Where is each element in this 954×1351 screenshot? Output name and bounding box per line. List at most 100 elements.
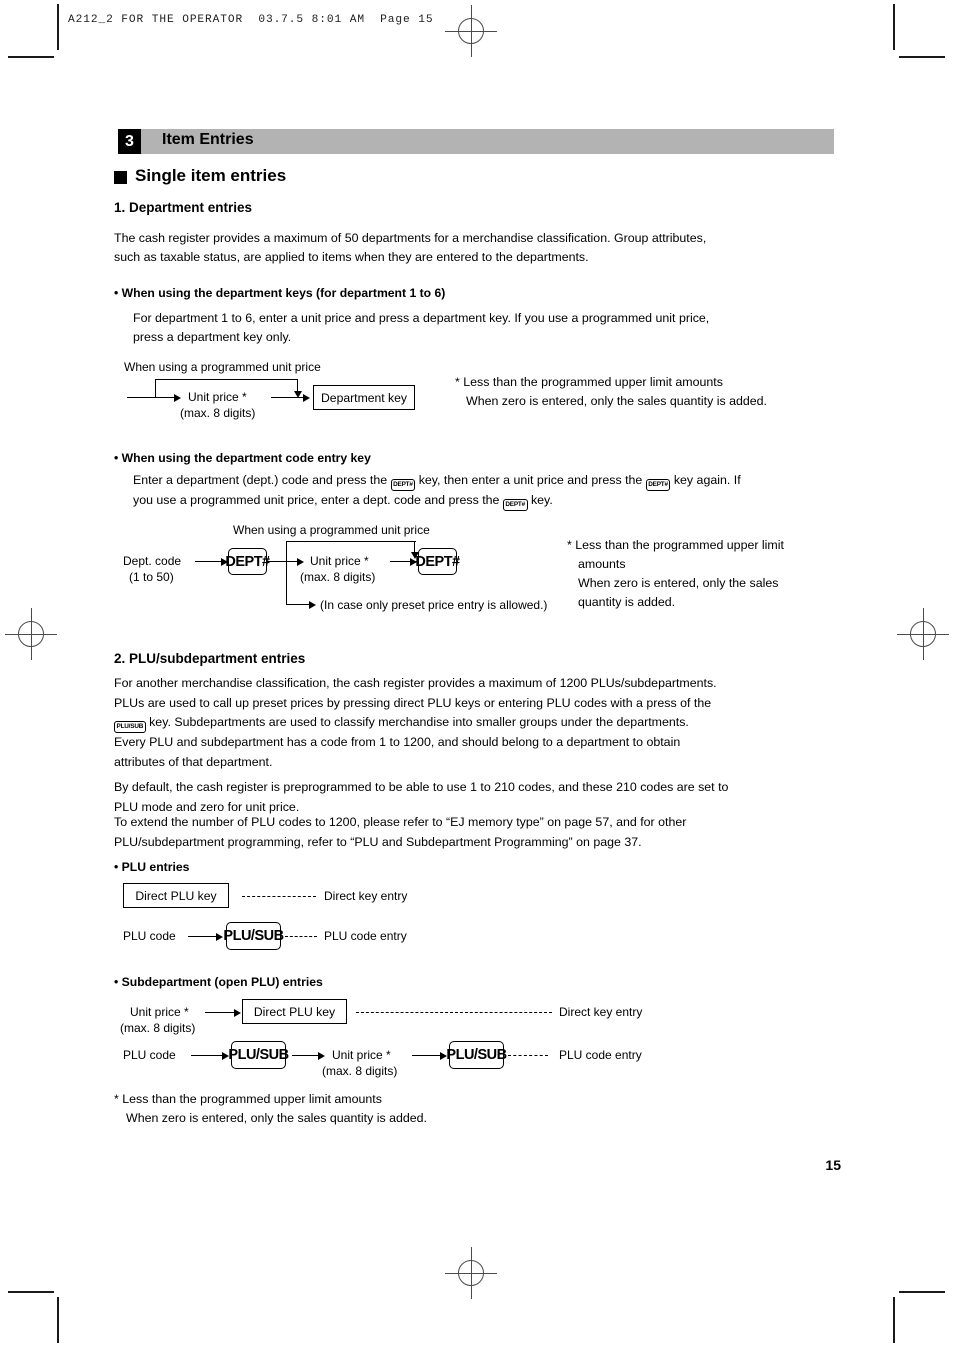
plu-para2-line-1: By default, the cash register is preprog… bbox=[114, 780, 729, 794]
subdept-unit-price-2-label: Unit price * bbox=[332, 1048, 391, 1062]
plu-code-to-key-arrowhead bbox=[216, 932, 223, 941]
dept-hash-key-icon-3: DEPT# bbox=[502, 499, 528, 511]
diagram1-input-line bbox=[127, 397, 175, 399]
dept-code-entry-heading: • When using the department code entry k… bbox=[114, 451, 371, 465]
subdept-unit-price-2-sublabel: (max. 8 digits) bbox=[322, 1064, 398, 1078]
subdept-code-to-key-line bbox=[191, 1055, 226, 1057]
department-intro-line-2: such as taxable status, are applied to i… bbox=[114, 250, 589, 264]
dept-hash-key-icon-2: DEPT# bbox=[645, 479, 671, 491]
plu-para1-line-3: PLU/SUB key. Subdepartments are used to … bbox=[114, 712, 689, 733]
diagram2-key-exit-line bbox=[267, 561, 287, 563]
diagram1-department-key-box: Department key bbox=[313, 385, 415, 410]
note-upper-limit-2-line-1: * Less than the programmed upper limit bbox=[567, 538, 784, 552]
plu-para1-line-1: For another merchandise classification, … bbox=[114, 676, 717, 690]
dept-keys-body-line-1: For department 1 to 6, enter a unit pric… bbox=[133, 311, 710, 325]
dept-code-entry-body-line-1: Enter a department (dept.) code and pres… bbox=[133, 470, 741, 491]
plu-code-entry-label: PLU code entry bbox=[324, 929, 407, 943]
diagram2-to-unit-price-arrowhead bbox=[297, 557, 304, 566]
plu-entries-bullet-heading: • PLU entries bbox=[114, 860, 190, 874]
subdepartment-bullet-heading: • Subdepartment (open PLU) entries bbox=[114, 975, 323, 989]
crop-mark-bottom-left-vertical bbox=[57, 1297, 59, 1343]
note-upper-limit-1-line-2: When zero is entered, only the sales qua… bbox=[466, 394, 767, 408]
plu-para3-line-2: PLU/subdepartment programming, refer to … bbox=[114, 835, 642, 849]
crop-mark-bottom-right-horizontal bbox=[899, 1291, 945, 1293]
subdept-unit-price-arrowhead bbox=[234, 1008, 241, 1017]
note-upper-limit-3-line-1: * Less than the programmed upper limit a… bbox=[114, 1092, 382, 1106]
note-upper-limit-2-line-2: amounts bbox=[578, 557, 626, 571]
plu-para3-line-1: To extend the number of PLU codes to 120… bbox=[114, 815, 687, 829]
diagram1-to-dept-arrowhead bbox=[303, 393, 310, 402]
section-bullet-square-icon bbox=[114, 171, 127, 184]
subdept-plu-code-label: PLU code bbox=[123, 1048, 176, 1062]
registration-mark-top bbox=[445, 5, 497, 57]
diagram1-bypass-label: When using a programmed unit price bbox=[124, 360, 321, 374]
diagram2-preset-branch-arrowhead bbox=[309, 600, 316, 609]
subdept-key1-to-price-arrowhead bbox=[318, 1051, 325, 1060]
diagram1-to-dept-line bbox=[271, 397, 306, 399]
dept-code-body-text-3: key again. If bbox=[673, 473, 741, 487]
plu-para1-line-4: Every PLU and subdepartment has a code f… bbox=[114, 735, 681, 749]
diagram1-input-arrowhead bbox=[174, 393, 181, 402]
plu-para1-line-3-text: key. Subdepartments are used to classify… bbox=[149, 715, 689, 729]
note-upper-limit-3-line-2: When zero is entered, only the sales qua… bbox=[126, 1111, 427, 1125]
plu-code-label: PLU code bbox=[123, 929, 176, 943]
plu-sub-key-box: PLU/SUB bbox=[223, 922, 284, 950]
note-upper-limit-2-line-3: When zero is entered, only the sales bbox=[578, 576, 779, 590]
crop-mark-top-right-horizontal bbox=[899, 56, 945, 58]
diagram2-bypass-top bbox=[286, 541, 416, 543]
dept-code-entry-body-line-2: you use a programmed unit price, enter a… bbox=[133, 490, 553, 511]
dept-code-body-text-1: Enter a department (dept.) code and pres… bbox=[133, 473, 388, 487]
chapter-title: Item Entries bbox=[162, 131, 254, 148]
registration-mark-bottom bbox=[445, 1247, 497, 1299]
crop-mark-top-left-horizontal bbox=[8, 56, 54, 58]
plu-para1-line-5: attributes of that department. bbox=[114, 755, 273, 769]
subdept-plu-sub-key-1: PLU/SUB bbox=[228, 1041, 289, 1069]
dept-keys-heading: • When using the department keys (for de… bbox=[114, 286, 446, 300]
diagram2-branch-riser bbox=[286, 541, 288, 561]
diagram2-dept-key-right: DEPT# bbox=[415, 548, 460, 575]
plu-entries-heading: 2. PLU/subdepartment entries bbox=[114, 651, 306, 666]
plu-code-dashed-connector bbox=[285, 936, 317, 937]
subdept-unit-price-label: Unit price * bbox=[130, 1005, 189, 1019]
crop-mark-top-right-vertical bbox=[893, 4, 895, 50]
subdept-direct-dashed-connector bbox=[356, 1012, 552, 1013]
plu-direct-key-box: Direct PLU key bbox=[123, 883, 229, 908]
diagram2-unit-price-sublabel: (max. 8 digits) bbox=[300, 570, 376, 584]
dept-code-body-text-5: key. bbox=[530, 493, 553, 507]
subdept-plu-sub-key-2: PLU/SUB bbox=[446, 1041, 507, 1069]
diagram2-dept-code-label: Dept. code bbox=[123, 554, 182, 568]
registration-mark-left bbox=[5, 608, 57, 660]
document-page: A212_2 FOR THE OPERATOR 03.7.5 8:01 AM P… bbox=[0, 0, 954, 1351]
subdept-direct-key-entry-label: Direct key entry bbox=[559, 1005, 643, 1019]
crop-mark-bottom-right-vertical bbox=[893, 1297, 895, 1343]
subdept-code-dashed-connector bbox=[508, 1055, 548, 1056]
plu-para1-line-2: PLUs are used to call up preset prices b… bbox=[114, 696, 712, 710]
subdept-direct-plu-key-box: Direct PLU key bbox=[242, 999, 347, 1024]
diagram2-dept-key-left: DEPT# bbox=[225, 548, 270, 575]
film-header-text: A212_2 FOR THE OPERATOR 03.7.5 8:01 AM P… bbox=[68, 14, 434, 26]
diagram2-dept-code-sublabel: (1 to 50) bbox=[129, 570, 174, 584]
subdept-unit-price-sublabel: (max. 8 digits) bbox=[120, 1021, 196, 1035]
registration-mark-right bbox=[897, 608, 949, 660]
crop-mark-bottom-left-horizontal bbox=[8, 1291, 54, 1293]
department-entries-heading: 1. Department entries bbox=[114, 200, 253, 215]
diagram2-unit-price-label: Unit price * bbox=[310, 554, 369, 568]
page-number: 15 bbox=[825, 1157, 841, 1173]
diagram1-unit-price-label: Unit price * bbox=[188, 390, 247, 404]
dept-keys-body-line-2: press a department key only. bbox=[133, 330, 292, 344]
diagram1-bypass-left-riser bbox=[155, 379, 157, 398]
department-intro-line-1: The cash register provides a maximum of … bbox=[114, 231, 707, 245]
diagram2-preset-note: (In case only preset price entry is allo… bbox=[320, 598, 548, 612]
diagram1-unit-price-sublabel: (max. 8 digits) bbox=[180, 406, 256, 420]
crop-mark-top-left-vertical bbox=[57, 4, 59, 50]
diagram2-branch-drop bbox=[286, 561, 288, 605]
subdept-plu-code-entry-label: PLU code entry bbox=[559, 1048, 642, 1062]
section-title: Single item entries bbox=[135, 166, 287, 185]
chapter-number-badge: 3 bbox=[118, 129, 141, 154]
plu-direct-dashed-connector bbox=[242, 896, 316, 897]
dept-code-body-text-2: key, then enter a unit price and press t… bbox=[418, 473, 643, 487]
diagram2-bypass-label: When using a programmed unit price bbox=[233, 523, 430, 537]
note-upper-limit-1-line-1: * Less than the programmed upper limit a… bbox=[455, 375, 723, 389]
plu-direct-key-entry-label: Direct key entry bbox=[324, 889, 408, 903]
diagram1-bypass-top bbox=[155, 379, 298, 381]
